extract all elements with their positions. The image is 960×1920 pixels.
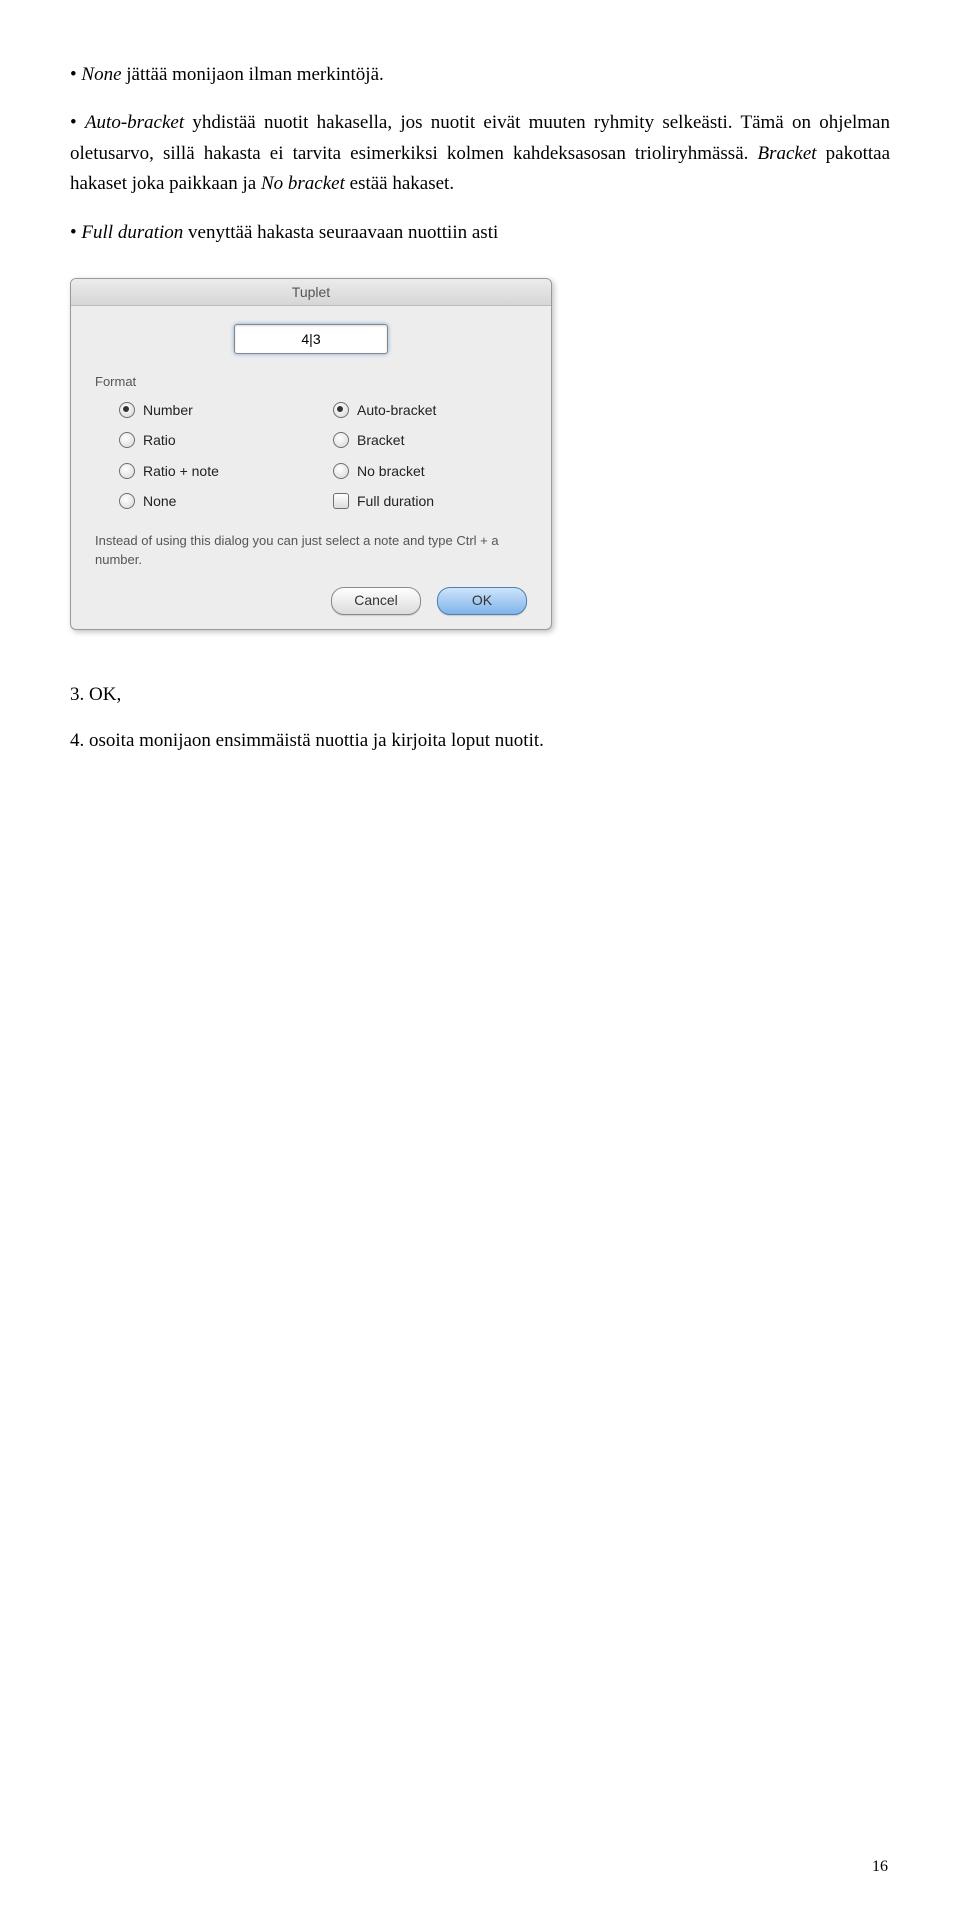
para-none: • None jättää monijaon ilman merkintöjä. (70, 60, 890, 90)
dialog-title: Tuplet (71, 279, 551, 306)
radio-label: Auto-bracket (357, 399, 436, 421)
ok-button[interactable]: OK (437, 587, 527, 615)
cancel-button[interactable]: Cancel (331, 587, 421, 615)
ratio-input[interactable] (234, 324, 388, 354)
radio-icon (333, 463, 349, 479)
radio-icon (119, 493, 135, 509)
radio-bracket[interactable]: Bracket (333, 429, 527, 451)
radio-label: Bracket (357, 429, 404, 451)
radio-icon (119, 432, 135, 448)
radio-none[interactable]: None (119, 490, 313, 512)
para-fullduration: • Full duration venyttää hakasta seuraav… (70, 218, 890, 248)
bullet: • (70, 64, 81, 85)
step-3: 3. OK, (70, 680, 890, 710)
radio-label: Ratio (143, 429, 176, 451)
radio-label: Number (143, 399, 193, 421)
format-grid: Number Auto-bracket Ratio Bracket Ratio … (95, 399, 527, 513)
steps-list: 3. OK, 4. osoita monijaon ensimmäistä nu… (70, 680, 890, 757)
radio-ratio-note[interactable]: Ratio + note (119, 460, 313, 482)
format-label: Format (95, 372, 527, 393)
ratio-row (95, 324, 527, 354)
text: jättää monijaon ilman merkintöjä. (122, 64, 384, 85)
bullet: • (70, 112, 85, 133)
step-4: 4. osoita monijaon ensimmäistä nuottia j… (70, 726, 890, 756)
para-autobracket: • Auto-bracket yhdistää nuotit hakasella… (70, 108, 890, 199)
term-fullduration: Full duration (81, 222, 183, 243)
radio-autobracket[interactable]: Auto-bracket (333, 399, 527, 421)
radio-icon (333, 432, 349, 448)
radio-ratio[interactable]: Ratio (119, 429, 313, 451)
checkbox-icon (333, 493, 349, 509)
radio-number[interactable]: Number (119, 399, 313, 421)
tuplet-dialog: Tuplet Format Number Auto-bracket Ratio … (70, 278, 552, 630)
radio-icon (119, 463, 135, 479)
radio-label: No bracket (357, 460, 425, 482)
button-row: Cancel OK (95, 587, 527, 615)
radio-icon (119, 402, 135, 418)
text: estää hakaset. (345, 173, 454, 194)
radio-label: None (143, 490, 176, 512)
term-nobracket: No bracket (261, 173, 345, 194)
bullet: • (70, 222, 81, 243)
radio-icon (333, 402, 349, 418)
dialog-body: Format Number Auto-bracket Ratio Bracket… (71, 306, 551, 629)
check-label: Full duration (357, 490, 434, 512)
check-fullduration[interactable]: Full duration (333, 490, 527, 512)
radio-nobracket[interactable]: No bracket (333, 460, 527, 482)
term-autobracket: Auto-bracket (85, 112, 184, 133)
term-bracket: Bracket (757, 143, 816, 164)
dialog-hint: Instead of using this dialog you can jus… (95, 532, 527, 568)
radio-label: Ratio + note (143, 460, 219, 482)
page-number: 16 (872, 1854, 888, 1880)
text: venyttää hakasta seuraavaan nuottiin ast… (183, 222, 498, 243)
term-none: None (81, 64, 121, 85)
